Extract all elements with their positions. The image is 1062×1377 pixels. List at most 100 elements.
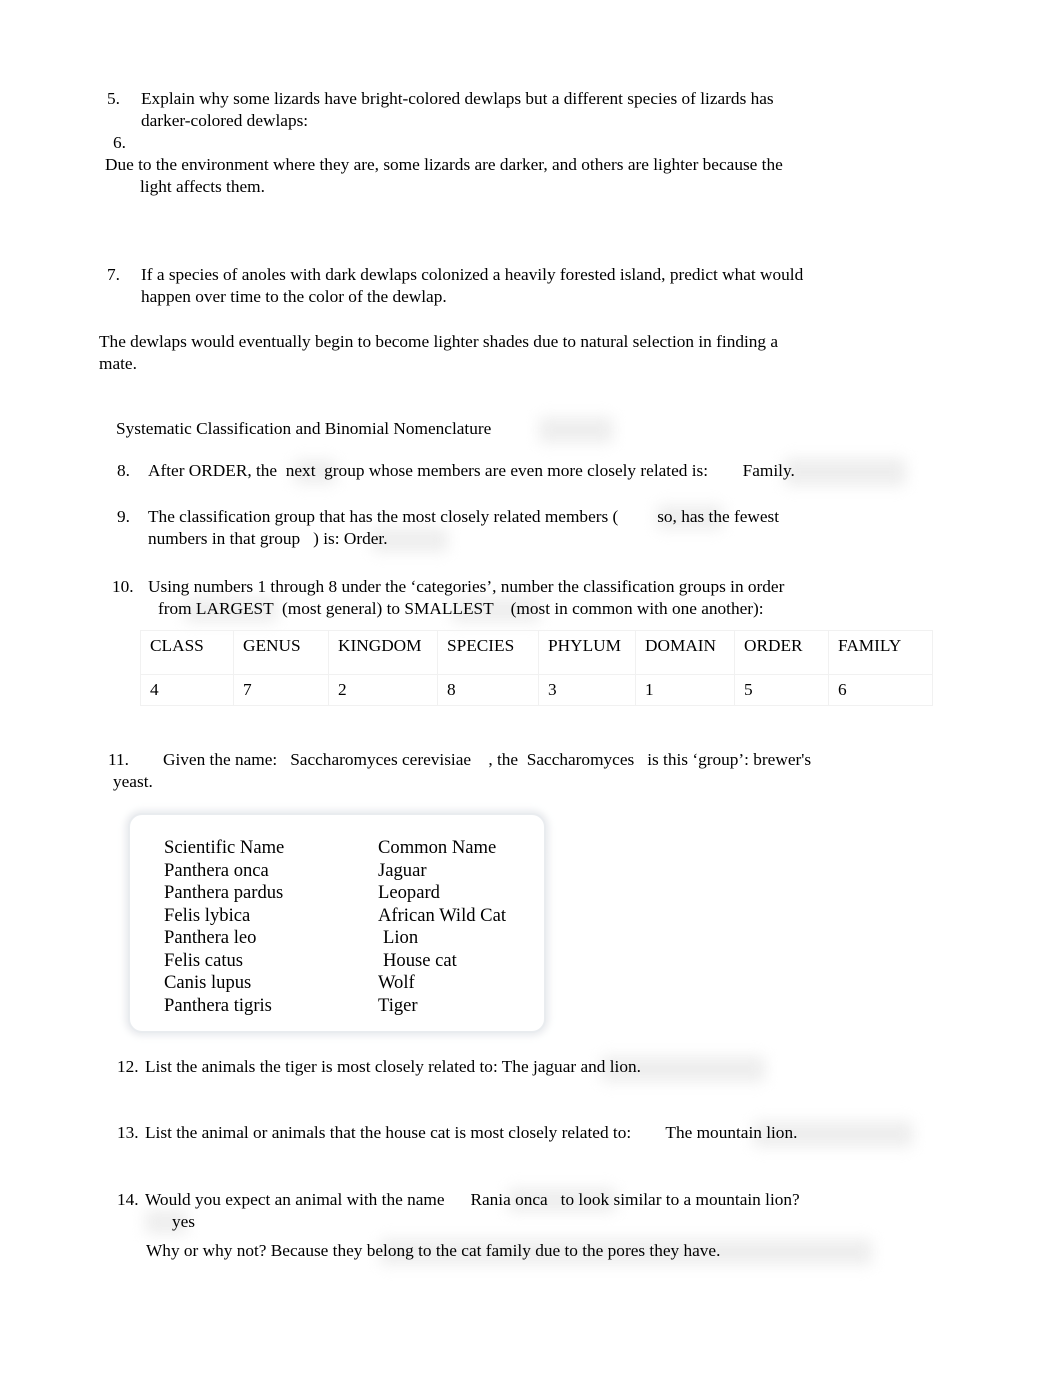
table-row-headers: CLASS GENUS KINGDOM SPECIES PHYLUM DOMAI… xyxy=(140,630,933,675)
section-heading: Systematic Classification and Binomial N… xyxy=(116,419,492,438)
table-header-cell: FAMILY xyxy=(828,630,933,675)
question-10: 10. Using numbers 1 through 8 under the … xyxy=(112,576,942,620)
question-5-number: 5. xyxy=(107,89,120,108)
question-11-name-a: Saccharomyces cerevisiae xyxy=(290,750,472,769)
table-header-cell: KINGDOM xyxy=(328,630,438,675)
question-6-answer-line2: light affects them. xyxy=(140,177,265,196)
table-row-values: 4 7 2 8 3 1 5 6 xyxy=(140,674,933,706)
table-header-cell: PHYLUM xyxy=(538,630,636,675)
question-14-text-a: Would you expect an animal with the name xyxy=(145,1190,445,1209)
question-11-line2: yeast. xyxy=(113,772,153,791)
names-list-item: Panthera pardus Leopard xyxy=(164,882,526,905)
question-11-name-b: Saccharomyces xyxy=(526,750,635,769)
question-11-text-a: Given the name: xyxy=(163,750,278,769)
question-13-number: 13. xyxy=(117,1123,139,1142)
names-header-scientific: Scientific Name xyxy=(164,837,285,858)
question-5-line2: darker-colored dewlaps: xyxy=(141,111,309,130)
names-common: Tiger xyxy=(378,994,418,1016)
question-7-answer-line1: The dewlaps would eventually begin to be… xyxy=(99,332,779,351)
question-11: 11. Given the name: Saccharomyces cerevi… xyxy=(108,749,938,771)
names-list-item: Felis lybica African Wild Cat xyxy=(164,905,526,928)
table-value-cell[interactable]: 1 xyxy=(635,674,735,706)
question-8-blank-a: next xyxy=(285,461,316,480)
question-11-number: 11. xyxy=(108,750,129,769)
question-9-line2-b: ) is: Order. xyxy=(313,529,388,548)
question-14-followup: Why or why not? Because they belong to t… xyxy=(146,1241,721,1260)
question-9-line1-b: so, has the fewest xyxy=(657,507,780,526)
names-header-common: Common Name xyxy=(378,837,497,858)
question-14-number: 14. xyxy=(117,1190,139,1209)
question-5-line1: Explain why some lizards have bright-col… xyxy=(141,89,774,108)
shade-region xyxy=(539,417,613,443)
names-scientific: Panthera tigris xyxy=(164,994,272,1016)
names-scientific: Panthera onca xyxy=(164,859,269,881)
table-value-cell[interactable]: 5 xyxy=(734,674,829,706)
question-11-text-c: is this ‘group’: brewer's xyxy=(647,750,812,769)
names-scientific: Panthera pardus xyxy=(164,882,284,903)
question-13: 13. List the animal or animals that the … xyxy=(117,1122,947,1144)
question-11-text-b: , the xyxy=(488,750,519,769)
table-header-cell: SPECIES xyxy=(437,630,539,675)
names-common: African Wild Cat xyxy=(378,904,506,926)
names-common: Leopard xyxy=(378,882,440,903)
question-8-number: 8. xyxy=(117,461,130,480)
question-7: 7. If a species of anoles with dark dewl… xyxy=(107,264,917,308)
question-9-line1-a: The classification group that has the mo… xyxy=(148,507,619,526)
question-10-line2-c: (most in common with one another): xyxy=(510,599,764,618)
question-12: 12. List the animals the tiger is most c… xyxy=(117,1056,927,1078)
table-value-cell[interactable]: 8 xyxy=(437,674,539,706)
names-list-item: Felis catus House cat xyxy=(164,950,526,973)
names-header-row: Scientific Name Common Name xyxy=(164,837,526,860)
table-header-cell: DOMAIN xyxy=(635,630,735,675)
question-14: 14. Would you expect an animal with the … xyxy=(117,1189,947,1233)
question-10-line2-b: (most general) to SMALLEST xyxy=(282,599,494,618)
names-common: House cat xyxy=(383,949,457,971)
question-6-answer-line1: Due to the environment where they are, s… xyxy=(105,155,783,174)
table-value-cell[interactable]: 6 xyxy=(828,674,933,706)
question-12-number: 12. xyxy=(117,1057,139,1076)
question-7-answer-line2: mate. xyxy=(99,354,137,373)
classification-table: CLASS GENUS KINGDOM SPECIES PHYLUM DOMAI… xyxy=(140,630,933,706)
question-10-line1: Using numbers 1 through 8 under the ‘cat… xyxy=(148,577,785,596)
question-14-answer-line2: yes xyxy=(172,1212,196,1231)
question-10-number: 10. xyxy=(112,577,134,596)
question-9: 9. The classification group that has the… xyxy=(117,506,927,550)
question-7-line2: happen over time to the color of the dew… xyxy=(141,287,447,306)
table-value-cell[interactable]: 3 xyxy=(538,674,636,706)
question-14-name: Rania onca xyxy=(470,1190,548,1209)
table-value-cell[interactable]: 2 xyxy=(328,674,438,706)
question-9-line2-a: numbers in that group xyxy=(148,529,301,548)
worksheet-page: 5. Explain why some lizards have bright-… xyxy=(0,0,1062,1377)
question-7-line1: If a species of anoles with dark dewlaps… xyxy=(141,265,804,284)
table-header-cell: CLASS xyxy=(140,630,234,675)
question-14-text-b: to look similar to a mountain lion? xyxy=(560,1190,800,1209)
question-10-line2-a: from LARGEST xyxy=(158,599,274,618)
question-9-number: 9. xyxy=(117,507,130,526)
names-scientific: Panthera leo xyxy=(164,927,257,948)
names-scientific: Felis lybica xyxy=(164,904,251,926)
question-8-text-b: group whose members are even more closel… xyxy=(324,461,709,480)
names-list-item: Panthera onca Jaguar xyxy=(164,860,526,883)
names-list-item: Canis lupus Wolf xyxy=(164,972,526,995)
names-common: Jaguar xyxy=(378,859,427,881)
question-6-number: 6. xyxy=(113,133,126,152)
table-value-cell[interactable]: 4 xyxy=(140,674,234,706)
table-header-cell: ORDER xyxy=(734,630,829,675)
names-scientific: Felis catus xyxy=(164,949,244,971)
names-list-item: Panthera tigris Tiger xyxy=(164,995,526,1018)
names-common: Wolf xyxy=(378,972,415,993)
table-header-cell: GENUS xyxy=(233,630,329,675)
names-list-item: Panthera leo Lion xyxy=(164,927,526,950)
question-7-number: 7. xyxy=(107,265,120,284)
question-5: 5. Explain why some lizards have bright-… xyxy=(107,88,907,132)
question-8-text-a: After ORDER, the xyxy=(148,461,278,480)
names-common: Lion xyxy=(383,927,419,948)
species-names-box: Scientific Name Common Name Panthera onc… xyxy=(128,813,546,1033)
question-13-answer: The mountain lion. xyxy=(665,1123,798,1142)
question-13-text: List the animal or animals that the hous… xyxy=(145,1123,632,1142)
question-12-text: List the animals the tiger is most close… xyxy=(145,1057,641,1076)
table-value-cell[interactable]: 7 xyxy=(233,674,329,706)
names-scientific: Canis lupus xyxy=(164,972,252,993)
question-8: 8. After ORDER, the next group whose mem… xyxy=(117,460,927,482)
question-8-answer: Family. xyxy=(742,461,795,480)
